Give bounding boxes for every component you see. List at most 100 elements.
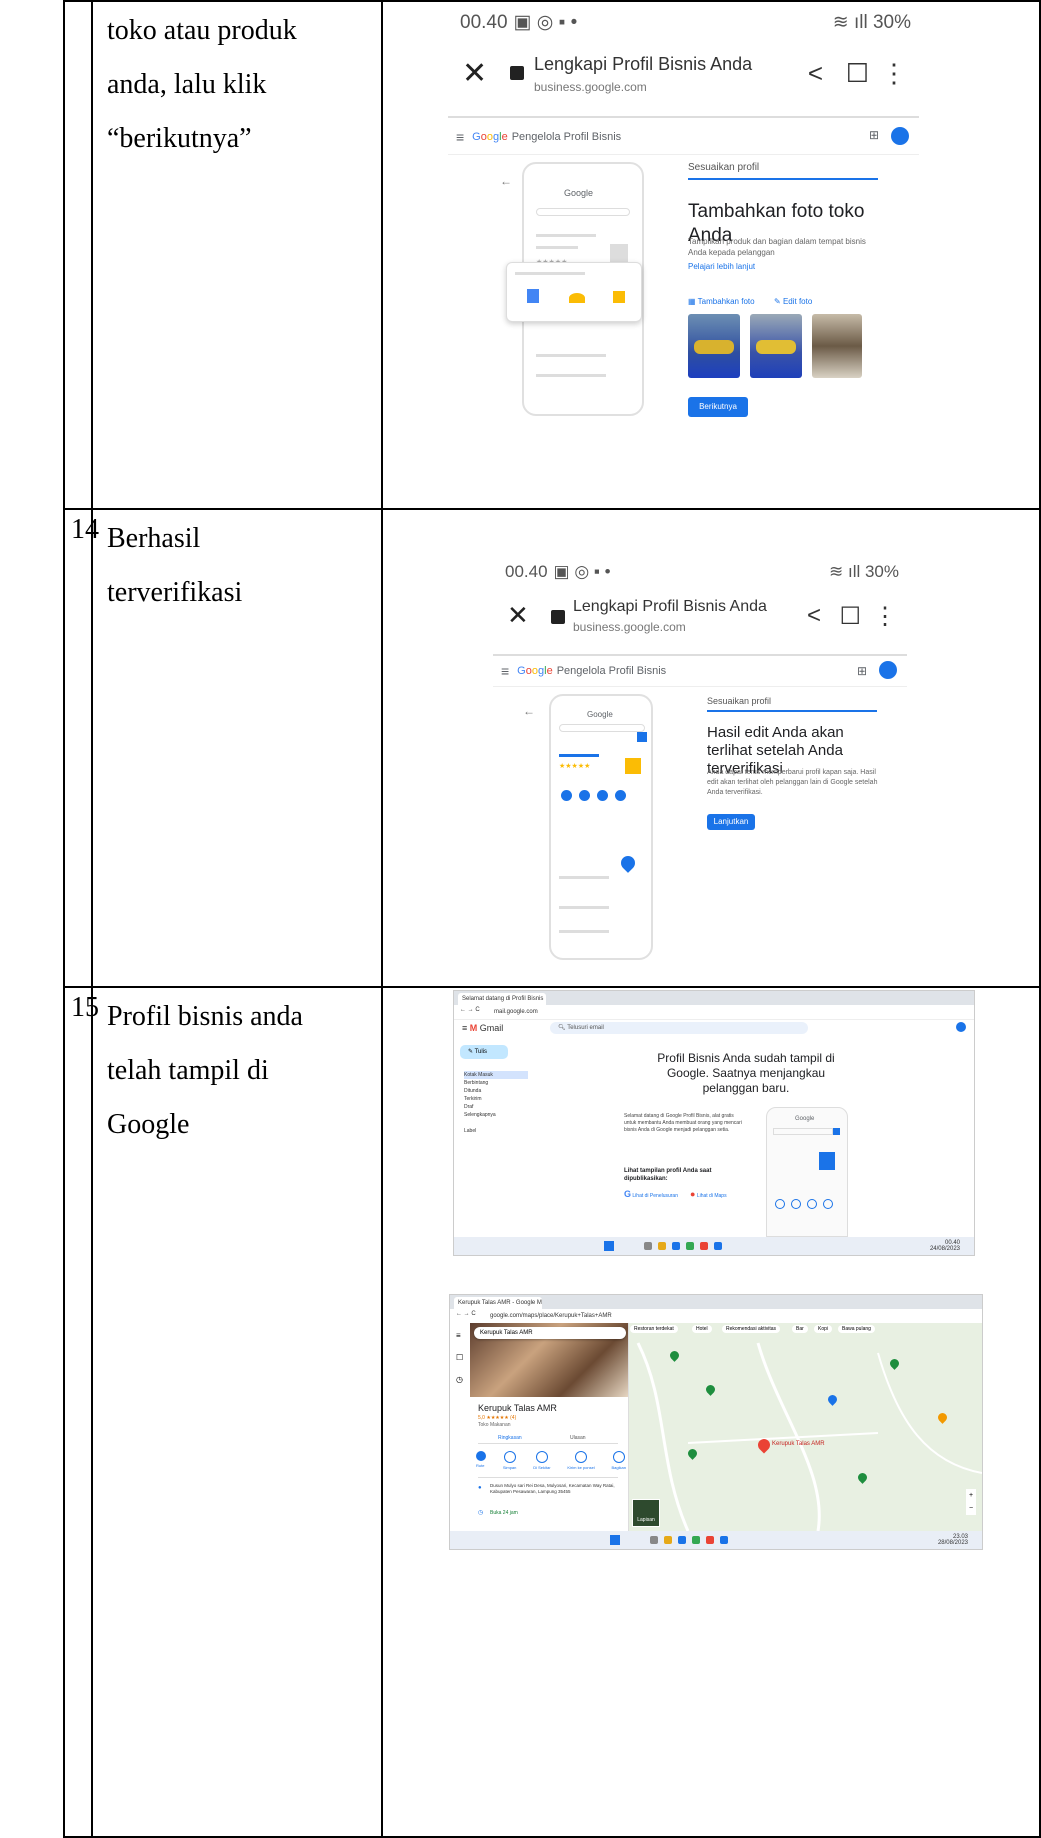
send-to-phone-button[interactable]: Kirim ke ponsel bbox=[567, 1451, 595, 1470]
start-icon[interactable] bbox=[610, 1535, 620, 1545]
email-headline: Profil Bisnis Anda sudah tampil di Googl… bbox=[657, 1051, 835, 1095]
close-icon[interactable]: ✕ bbox=[462, 56, 487, 91]
business-pin-label: Kerupuk Talas AMR bbox=[772, 1441, 825, 1447]
taskbar-apps bbox=[644, 1242, 728, 1252]
place-hours[interactable]: Buka 24 jam bbox=[490, 1510, 518, 1516]
step-number: 14 bbox=[63, 508, 99, 988]
signal-icon: ≋ ıll bbox=[832, 11, 873, 33]
place-panel: Kerupuk Talas AMR Kerupuk Talas AMR 5,0 … bbox=[470, 1323, 629, 1531]
place-rating: 5,0 ★★★★★ (4) bbox=[478, 1415, 517, 1421]
nearby-button[interactable]: Di Sekitar bbox=[533, 1451, 551, 1470]
bookmark-icon[interactable]: ☐ bbox=[839, 602, 861, 631]
save-button[interactable]: Simpan bbox=[503, 1451, 516, 1470]
share-icon[interactable]: < bbox=[807, 602, 821, 630]
mockup-action-icons bbox=[561, 788, 639, 801]
gmail-logo: ≡ M Gmail bbox=[462, 1023, 504, 1033]
mockup-search bbox=[559, 724, 645, 732]
browser-toolbar: ✕ Lengkapi Profil Bisnis Anda business.g… bbox=[493, 590, 907, 656]
step-description: toko atau produk anda, lalu klik “beriku… bbox=[91, 0, 383, 510]
place-address[interactable]: Dusun Mulyo sari Rei Desa, Mulyosari, Ke… bbox=[490, 1483, 618, 1495]
menu-icon[interactable]: ≡ bbox=[456, 129, 464, 145]
browser-tab[interactable]: Selamat datang di Profil Bisnis bbox=[458, 993, 546, 1005]
page-url: business.google.com bbox=[534, 80, 647, 94]
share-icon[interactable]: < bbox=[808, 58, 823, 89]
nav-more[interactable]: Selengkapnya bbox=[464, 1111, 528, 1119]
layers-button[interactable]: Lapisan bbox=[632, 1499, 660, 1527]
photo-card-popup bbox=[506, 262, 642, 322]
nav-arrows-icon[interactable]: ← → C bbox=[460, 1007, 480, 1013]
mockup-line bbox=[536, 234, 596, 237]
nav-snoozed[interactable]: Ditunda bbox=[464, 1087, 528, 1095]
table-row: 14 Berhasil terverifikasi 00.40 ▣ ◎ ▪ • ≋… bbox=[63, 508, 1041, 988]
nav-sent[interactable]: Terkirim bbox=[464, 1095, 528, 1103]
mockup-line bbox=[536, 374, 606, 377]
menu-icon[interactable]: ≡ bbox=[456, 1331, 461, 1340]
mockup-line bbox=[536, 354, 606, 357]
store-photo bbox=[812, 314, 862, 378]
signal-icon: ≋ ıll bbox=[829, 562, 865, 581]
zoom-controls[interactable]: + − bbox=[966, 1489, 976, 1515]
browser-tab-bar: Kerupuk Talas AMR - Google Maps bbox=[450, 1295, 982, 1309]
label-heading: Label bbox=[464, 1128, 477, 1134]
gmail-nav: Kotak Masuk Berbintang Ditunda Terkirim … bbox=[464, 1071, 528, 1135]
email-text: Selamat datang di Google Profil Bisnis, … bbox=[624, 1113, 742, 1133]
nav-drafts[interactable]: Draf bbox=[464, 1103, 528, 1111]
next-button[interactable]: Berikutnya bbox=[688, 397, 748, 417]
step-body: Anda dapat terus memperbarui profil kapa… bbox=[707, 769, 878, 796]
nav-arrows-icon[interactable]: ← → C bbox=[456, 1311, 476, 1317]
phone-screenshot: 00.40 ▣ ◎ ▪ • ≋ ıll 30% ✕ Lengkapi Profil… bbox=[448, 2, 919, 442]
avatar[interactable] bbox=[956, 1022, 966, 1032]
product-photo bbox=[688, 314, 740, 378]
saved-icon[interactable]: ☐ bbox=[456, 1353, 463, 1362]
continue-button[interactable]: Lanjutkan bbox=[707, 814, 755, 830]
directions-button[interactable]: Rute bbox=[476, 1451, 486, 1470]
browser-tab[interactable]: Kerupuk Talas AMR - Google Maps bbox=[454, 1297, 542, 1309]
close-icon[interactable]: ✕ bbox=[507, 600, 529, 631]
view-in-search-button[interactable]: G Lihat di Penelusuran bbox=[624, 1189, 678, 1199]
taskbar-apps bbox=[650, 1536, 734, 1546]
menu-icon[interactable]: ≡ bbox=[501, 663, 509, 679]
learn-more-link[interactable]: Pelajari lebih lanjut bbox=[688, 262, 755, 271]
lock-icon bbox=[510, 66, 524, 80]
tab-overview[interactable]: Ringkasan bbox=[498, 1435, 522, 1441]
avatar[interactable] bbox=[891, 127, 909, 145]
status-icons: ▣ ◎ ▪ • bbox=[553, 562, 611, 581]
divider bbox=[478, 1443, 618, 1444]
google-logo: Google bbox=[472, 131, 508, 143]
view-in-maps-button[interactable]: ● Lihat di Maps bbox=[690, 1189, 727, 1199]
mockup-stars: ★★★★★ bbox=[559, 763, 591, 770]
product-name: Pengelola Profil Bisnis bbox=[511, 131, 622, 143]
search-input[interactable]: 🔍︎ Telusuri email bbox=[550, 1022, 808, 1034]
bookmark-icon[interactable]: ☐ bbox=[846, 58, 869, 89]
avatar[interactable] bbox=[879, 661, 897, 679]
edit-photo-button[interactable]: ✎ Edit foto bbox=[774, 297, 812, 306]
nav-starred[interactable]: Berbintang bbox=[464, 1079, 528, 1087]
screenshot-cell: Selamat datang di Profil Bisnis ← → Cmai… bbox=[381, 986, 1041, 1838]
more-icon[interactable]: ⋮ bbox=[873, 602, 897, 631]
email-body: Profil Bisnis Anda sudah tampil di Googl… bbox=[550, 1039, 950, 1237]
bag-icon bbox=[613, 291, 625, 303]
back-arrow-icon[interactable]: ← bbox=[523, 704, 535, 718]
taskbar-clock: 23.03 28/08/2023 bbox=[937, 1534, 968, 1546]
add-photo-button[interactable]: ▦ Tambahkan foto bbox=[688, 297, 755, 306]
compose-button[interactable]: ✎ Tulis bbox=[460, 1045, 508, 1059]
map-canvas[interactable]: Restoran terdekat Hotel Rekomendasi akti… bbox=[628, 1323, 982, 1531]
more-icon[interactable]: ⋮ bbox=[881, 58, 907, 89]
history-icon[interactable]: ◷ bbox=[456, 1375, 463, 1384]
mockup-store-icon bbox=[610, 244, 628, 262]
start-icon[interactable] bbox=[604, 1241, 614, 1251]
page-url: business.google.com bbox=[573, 620, 686, 634]
back-arrow-icon[interactable]: ← bbox=[500, 174, 512, 188]
mockup-google-logo: Google bbox=[587, 710, 613, 719]
search-input[interactable]: Kerupuk Talas AMR bbox=[474, 1327, 626, 1339]
page-title: Lengkapi Profil Bisnis Anda bbox=[534, 54, 753, 74]
mockup-line bbox=[559, 754, 599, 757]
photo-icon bbox=[527, 289, 539, 303]
apps-grid-icon[interactable]: ⊞ bbox=[869, 128, 879, 142]
apps-grid-icon[interactable]: ⊞ bbox=[857, 664, 867, 678]
windows-taskbar: 23.03 28/08/2023 bbox=[450, 1531, 982, 1549]
email-phone-mockup: Google bbox=[766, 1107, 848, 1237]
tab-reviews[interactable]: Ulasan bbox=[570, 1435, 586, 1441]
nav-inbox[interactable]: Kotak Masuk bbox=[464, 1071, 528, 1079]
share-button[interactable]: Bagikan bbox=[612, 1451, 626, 1470]
